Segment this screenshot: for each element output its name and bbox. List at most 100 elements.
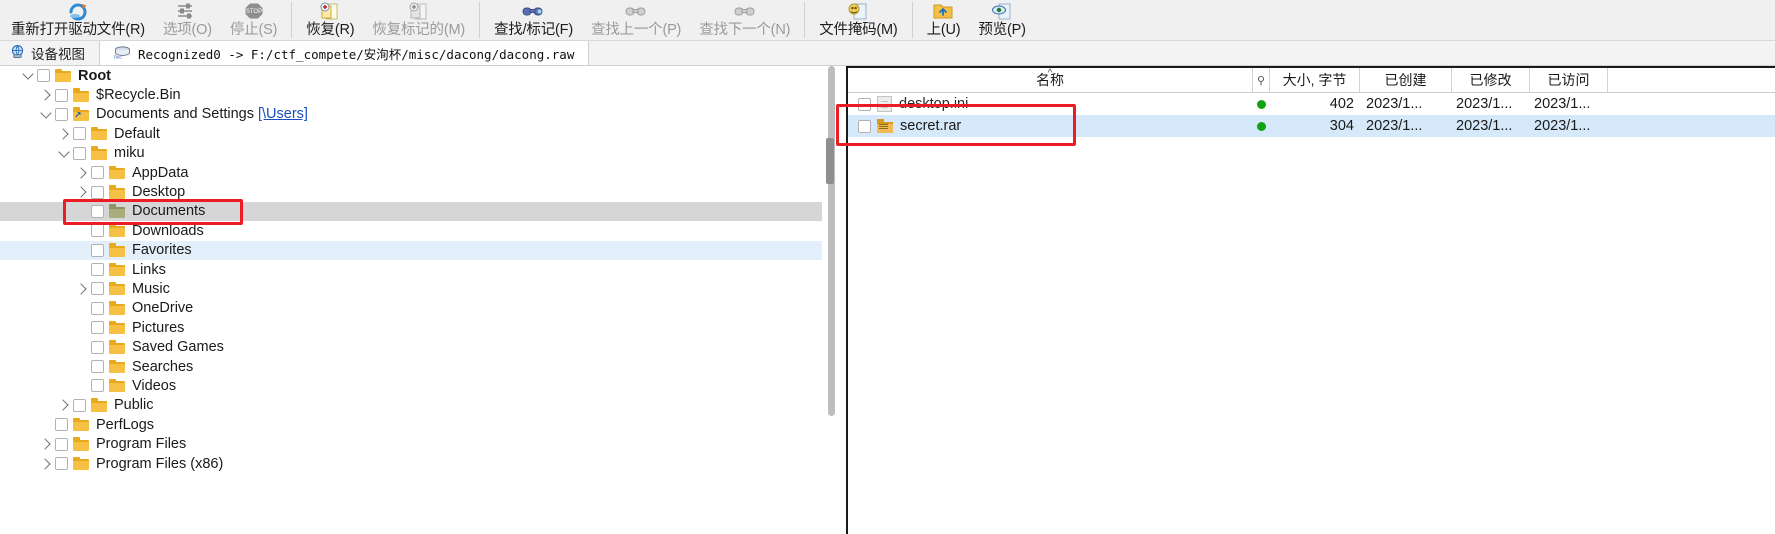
file-accessed-cell-value: 2023/1... [1534,96,1591,112]
chevron-right-icon[interactable] [54,399,73,411]
file-list-row[interactable]: desktop.ini 402 2023/1... 2023/1... 2023/1..… [848,93,1775,115]
address-bar: 设备视图 Rec. Recognized0 -> F:/ctf_compete/… [0,41,1775,66]
recover-marked-icon [406,1,432,21]
file-row-checkbox[interactable] [858,97,871,111]
tree-item-label: Desktop [132,184,186,201]
green-status-dot-icon [1257,121,1266,131]
device-view-tab[interactable]: 设备视图 [0,41,100,65]
tree-item-checkbox[interactable] [91,340,104,354]
column-header-created[interactable]: 已创建 [1360,68,1452,92]
tree-item-label: Searches [132,358,194,375]
toolbar-button-label: 预览(P) [978,22,1026,38]
tree-item-checkbox[interactable] [91,360,104,374]
tree-item-links[interactable]: Links [0,260,822,279]
column-header-rest[interactable] [1608,68,1775,92]
tree-item-downloads[interactable]: Downloads [0,221,822,240]
tree-item-miku[interactable]: miku [0,144,822,163]
tree-item-root[interactable]: Root [0,66,822,85]
tree-item-checkbox[interactable] [91,301,104,315]
toolbar-button-up-folder[interactable]: 上(U) [918,0,970,41]
tree-item-program-files-x86[interactable]: Program Files (x86) [0,454,822,473]
tree-item-link-target[interactable]: [\Users] [258,106,308,122]
tree-item-label: Documents and Settings [96,106,254,123]
tree-item-checkbox[interactable] [91,185,104,199]
tree-item-desktop[interactable]: Desktop [0,182,822,201]
chevron-down-icon[interactable] [36,107,55,120]
tree-item-checkbox[interactable] [91,166,104,180]
tree-item-saved-games[interactable]: Saved Games [0,337,822,356]
tree-item-recycle-bin[interactable]: $Recycle.Bin [0,85,822,104]
chevron-right-icon[interactable] [54,128,73,140]
toolbar-button-preview[interactable]: 预览(P) [969,0,1034,41]
chevron-right-icon[interactable] [72,186,91,198]
column-header-size[interactable]: 大小, 字节 [1270,68,1360,92]
folder-icon [109,340,126,354]
tree-item-checkbox[interactable] [91,263,104,277]
tree-item-onedrive[interactable]: OneDrive [0,299,822,318]
tree-item-videos[interactable]: Videos [0,376,822,395]
tree-item-checkbox[interactable] [55,107,68,121]
file-row-checkbox[interactable] [858,119,871,133]
tree-item-appdata[interactable]: AppData [0,163,822,182]
tree-item-label: Saved Games [132,339,224,356]
chevron-right-icon[interactable] [72,166,91,179]
toolbar-button-reopen-drive[interactable]: 重新打开驱动文件(R) [2,0,154,41]
device-view-label: 设备视图 [31,47,85,62]
tree-item-documents-and-settings[interactable]: ↗ Documents and Settings [\Users] [0,105,822,124]
tree-item-checkbox[interactable] [91,243,104,257]
column-header-modified[interactable]: 已修改 [1452,68,1530,92]
tree-item-music[interactable]: Music [0,279,822,298]
column-header-flag[interactable]: ⚲ [1253,68,1270,92]
options-icon [174,1,200,21]
tree-vertical-scrollbar[interactable] [826,66,838,534]
list-scrollbar-thumb[interactable] [826,138,834,184]
folder-icon [109,262,126,277]
toolbar-button-file-mask[interactable]: 文件掩码(M) [810,0,906,41]
folder-tree-pane[interactable]: Root $Recycle.Bin ↗ Documents and Settings … [0,66,822,534]
chevron-down-icon[interactable] [54,146,73,159]
tree-item-program-files[interactable]: Program Files [0,434,822,453]
tree-item-checkbox[interactable] [73,398,86,412]
toolbar-button-recover[interactable]: 恢复(R) [297,0,363,41]
toolbar-button-label: 查找上一个(P) [590,22,682,38]
tree-item-documents[interactable]: Documents [0,201,822,222]
tree-item-checkbox[interactable] [55,418,68,432]
drive-path-tab[interactable]: Rec. Recognized0 -> F:/ctf_compete/安洵杯/m… [100,41,590,65]
chevron-right-icon[interactable] [36,438,55,450]
tree-scrollbar-thumb[interactable] [828,66,835,416]
toolbar-button-options: 选项(O) [154,0,221,41]
tree-item-checkbox[interactable] [73,146,86,160]
tree-item-perflogs[interactable]: PerfLogs [0,415,822,434]
toolbar-button-find-mark[interactable]: 查找/标记(F) [485,0,582,41]
tree-item-checkbox[interactable] [73,127,86,141]
tree-item-default[interactable]: Default [0,124,822,143]
tree-item-checkbox[interactable] [37,69,50,83]
tree-item-checkbox[interactable] [91,379,104,393]
tree-item-checkbox[interactable] [55,457,68,470]
tree-item-favorites[interactable]: Favorites [0,240,822,260]
file-name-cell[interactable]: desktop.ini [848,93,1253,115]
column-header-label: 大小, 字节 [1282,72,1347,88]
chevron-down-icon[interactable] [18,68,37,81]
chevron-right-icon[interactable] [36,89,55,101]
find-next-icon [732,1,758,21]
tree-item-checkbox[interactable] [55,88,68,102]
file-name-label: secret.rar [900,118,962,134]
tree-item-checkbox[interactable] [91,224,104,238]
tree-item-checkbox[interactable] [55,437,68,451]
column-header-name[interactable]: ^ 名称 [848,68,1253,92]
chevron-right-icon[interactable] [72,283,91,295]
tree-item-checkbox[interactable] [91,204,104,218]
file-name-cell[interactable]: secret.rar [848,115,1253,137]
file-list-body[interactable]: desktop.ini 402 2023/1... 2023/1... 2023/1..… [848,93,1775,137]
tree-item-searches[interactable]: Searches [0,357,822,376]
file-list-row[interactable]: secret.rar 304 2023/1... 2023/1... 2023/1... [848,115,1775,137]
folder-icon [91,398,108,412]
tree-item-pictures[interactable]: Pictures [0,318,822,337]
tree-item-checkbox[interactable] [91,282,104,296]
chevron-right-icon[interactable] [36,457,55,470]
tree-item-public[interactable]: Public [0,396,822,415]
column-header-accessed[interactable]: 已访问 [1530,68,1608,92]
file-list-pane[interactable]: ^ 名称 ⚲ 大小, 字节 已创建 已修改 已访问 desktop.ini 402 2023/1… [846,66,1775,534]
tree-item-checkbox[interactable] [91,321,104,335]
